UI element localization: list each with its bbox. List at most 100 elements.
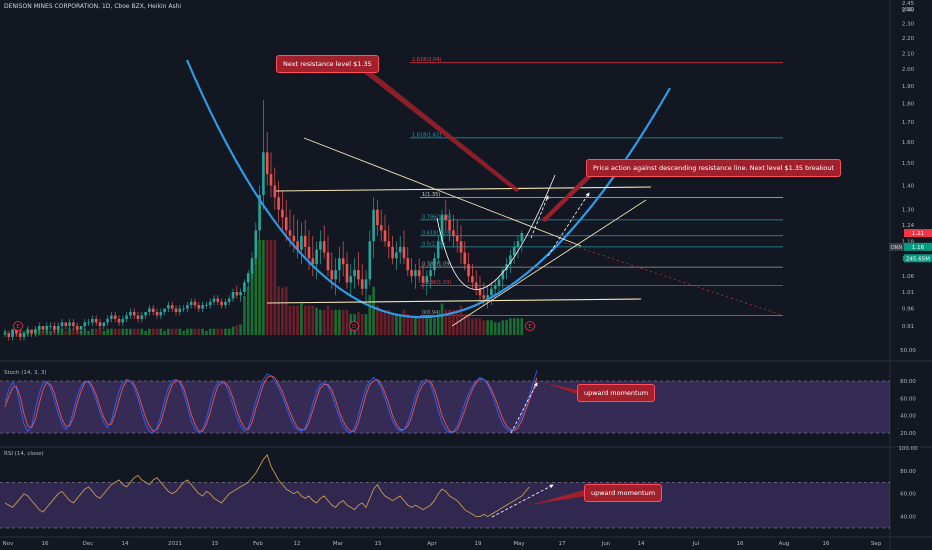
price-tick-label: 1.90	[902, 84, 915, 90]
volume-bar	[471, 318, 474, 335]
candle-body	[98, 322, 102, 326]
callout-price-action[interactable]: Price action against descending resistan…	[586, 159, 841, 177]
price-badge-value: 1.21	[912, 231, 924, 237]
stoch-band	[0, 381, 890, 433]
volume-bar	[212, 328, 216, 335]
candle-body	[482, 295, 486, 299]
callout-next-resistance[interactable]: Next resistance level $1.35	[276, 55, 379, 73]
price-tick-label: 2.30	[902, 22, 915, 28]
volume-bar	[94, 328, 98, 335]
volume-bar	[91, 328, 94, 335]
candle-body	[235, 291, 239, 296]
price-tick-label: 0.96	[902, 307, 915, 313]
candle-body	[315, 249, 318, 265]
event-marker-label: D	[352, 324, 356, 330]
candle-body	[250, 258, 254, 274]
candle-body	[68, 322, 71, 326]
volume-bar	[224, 328, 227, 335]
candle-body	[334, 270, 337, 280]
candle-body	[56, 326, 60, 330]
candle-body	[414, 270, 417, 277]
price-tick-label: 1.50	[902, 161, 915, 167]
candle-body	[41, 326, 45, 330]
currency-label: USD	[902, 7, 914, 13]
callout-rsi-momentum[interactable]: upward momentum	[584, 484, 663, 502]
candle-body	[322, 241, 326, 253]
candle-body	[110, 315, 113, 319]
volume-bar	[402, 309, 406, 335]
volume-bar	[417, 318, 421, 335]
volume-bar	[414, 318, 417, 335]
volume-bar	[148, 328, 151, 335]
volume-bar	[509, 318, 512, 335]
fib-level-label: 2.618(2.04)	[412, 57, 441, 63]
volume-bar	[235, 325, 239, 335]
candle-body	[254, 230, 258, 259]
volume-bar	[281, 287, 284, 335]
volume-bar	[110, 328, 113, 335]
candle-body	[292, 235, 296, 242]
stoch-tick-label: 20.00	[900, 431, 916, 437]
volume-bar	[505, 320, 508, 335]
candle-body	[34, 329, 37, 334]
price-tick-label: 1.40	[902, 184, 915, 190]
volume-bar	[429, 318, 432, 335]
candle-body	[239, 291, 242, 296]
candle-body	[425, 276, 429, 283]
volume-bar	[490, 320, 493, 335]
volume-bar	[478, 318, 482, 335]
candle-body	[284, 217, 288, 231]
volume-bar	[201, 328, 204, 335]
candle-body	[353, 270, 356, 277]
volume-bar	[239, 324, 242, 335]
candle-body	[452, 230, 455, 236]
candle-body	[246, 273, 250, 283]
candle-body	[349, 276, 353, 283]
price-tick-label: 1.80	[902, 102, 915, 108]
time-tick-label: 19	[475, 541, 482, 547]
candle-body	[91, 318, 94, 323]
volume-bar	[322, 309, 326, 335]
volume-bar	[395, 314, 398, 335]
time-tick-label: 15	[212, 541, 219, 547]
candle-body	[303, 235, 307, 247]
volume-bar	[167, 328, 170, 335]
time-tick-label: 2021	[168, 541, 182, 547]
rsi-tick-label: 40.00	[900, 515, 916, 521]
volume-bar	[102, 330, 106, 335]
rsi-tick-label: 60.00	[900, 492, 916, 498]
candle-body	[64, 322, 68, 326]
callout-stoch-momentum[interactable]: upward momentum	[577, 384, 656, 402]
volume-bar	[467, 314, 470, 335]
time-tick-label: Jul	[692, 541, 700, 547]
candle-body	[151, 308, 155, 312]
volume-bar	[170, 328, 174, 335]
time-tick-label: Nov	[3, 541, 14, 547]
candle-body	[326, 252, 330, 271]
volume-bar	[326, 305, 330, 335]
price-tick-label: 1.24	[902, 223, 915, 229]
volume-bar	[163, 330, 166, 335]
candle-body	[125, 315, 128, 319]
volume-bar	[178, 328, 182, 335]
price-tick-label: 2.00	[902, 67, 915, 73]
rsi-tick-label: 80.00	[900, 469, 916, 475]
volume-bar	[482, 320, 486, 335]
volume-bar	[231, 326, 235, 335]
event-marker-label: E	[16, 324, 19, 330]
volume-bar	[311, 305, 315, 335]
price-tick-label: 1.60	[902, 140, 915, 146]
candle-body	[212, 298, 216, 302]
event-marker-label: E	[528, 324, 531, 330]
candle-body	[106, 318, 109, 323]
candle-body	[398, 246, 402, 253]
candle-body	[18, 333, 22, 337]
time-tick-label: 14	[638, 541, 645, 547]
volume-bar	[129, 328, 132, 335]
candle-body	[129, 311, 132, 316]
volume-bar	[72, 328, 75, 335]
candle-body	[83, 322, 87, 326]
volume-bar	[159, 328, 163, 335]
volume-bar	[87, 330, 90, 335]
price-tick-label: 1.30	[902, 208, 915, 214]
